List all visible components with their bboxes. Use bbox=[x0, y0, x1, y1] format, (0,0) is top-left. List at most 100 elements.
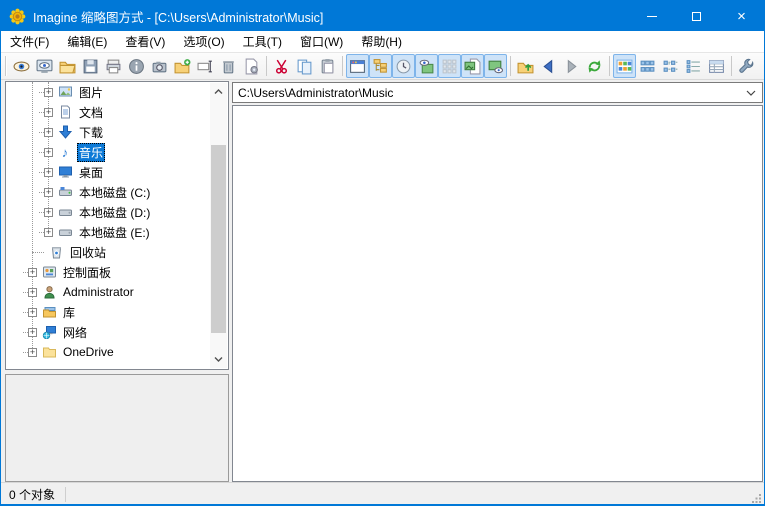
view-list-button[interactable] bbox=[682, 54, 705, 78]
tree-item-drive-c[interactable]: + 本地磁盘 (C:) bbox=[6, 182, 211, 202]
maximize-button[interactable] bbox=[674, 1, 719, 31]
expand-icon[interactable]: + bbox=[44, 88, 53, 97]
drive-c-icon bbox=[57, 185, 73, 200]
preview-button[interactable] bbox=[10, 54, 33, 78]
scroll-up-button[interactable] bbox=[210, 83, 227, 100]
expand-icon[interactable]: + bbox=[28, 328, 37, 337]
minimize-icon bbox=[647, 16, 657, 17]
tree-item-label: 下载 bbox=[77, 123, 105, 142]
title-bar[interactable]: Imagine 缩略图方式 - [C:\Users\Administrator\… bbox=[1, 1, 764, 31]
expand-icon[interactable]: + bbox=[44, 188, 53, 197]
settings-button[interactable] bbox=[735, 54, 758, 78]
fullscreen-view-button[interactable] bbox=[33, 54, 56, 78]
view-tiles-icon bbox=[662, 58, 679, 75]
close-button[interactable]: × bbox=[719, 1, 764, 31]
toggle-grid-button[interactable] bbox=[438, 54, 461, 78]
expand-icon[interactable]: + bbox=[44, 208, 53, 217]
expand-icon[interactable]: + bbox=[44, 228, 53, 237]
toggle-thumbnail-page-button[interactable] bbox=[461, 54, 484, 78]
eye-icon bbox=[13, 58, 30, 75]
cut-button[interactable] bbox=[270, 54, 293, 78]
menu-view[interactable]: 查看(V) bbox=[116, 30, 174, 53]
copy-button[interactable] bbox=[293, 54, 316, 78]
tree-scrollbar[interactable] bbox=[210, 83, 227, 368]
scroll-down-button[interactable] bbox=[210, 351, 227, 368]
resize-grip[interactable] bbox=[750, 492, 762, 504]
view-tiles-button[interactable] bbox=[659, 54, 682, 78]
open-button[interactable] bbox=[56, 54, 79, 78]
view-details-button[interactable] bbox=[705, 54, 728, 78]
capture-button[interactable] bbox=[148, 54, 171, 78]
menu-window[interactable]: 窗口(W) bbox=[291, 30, 352, 53]
view-icons-button[interactable] bbox=[636, 54, 659, 78]
pictures-icon bbox=[57, 85, 73, 100]
maximize-icon bbox=[692, 12, 701, 21]
address-combobox[interactable]: C:\Users\Administrator\Music bbox=[232, 82, 763, 103]
tree-item-administrator[interactable]: + Administrator bbox=[6, 282, 211, 302]
toolbar-separator bbox=[609, 56, 610, 76]
tree-item-onedrive[interactable]: + OneDrive bbox=[6, 342, 211, 362]
tree-item-pictures[interactable]: + 图片 bbox=[6, 82, 211, 102]
save-button[interactable] bbox=[79, 54, 102, 78]
documents-icon bbox=[57, 105, 73, 120]
toggle-toolbar-button[interactable] bbox=[346, 54, 369, 78]
address-dropdown-button[interactable] bbox=[740, 90, 762, 96]
toolbar-gripper[interactable] bbox=[5, 56, 7, 76]
music-icon: ♪ bbox=[57, 145, 73, 160]
folder-tree-icon bbox=[372, 58, 389, 75]
print-button[interactable] bbox=[102, 54, 125, 78]
address-value[interactable]: C:\Users\Administrator\Music bbox=[233, 86, 740, 100]
menu-tools[interactable]: 工具(T) bbox=[234, 30, 291, 53]
expand-icon[interactable]: + bbox=[28, 308, 37, 317]
tree-item-label: 网络 bbox=[61, 323, 89, 342]
tree-item-drive-e[interactable]: + 本地磁盘 (E:) bbox=[6, 222, 211, 242]
expand-icon[interactable]: + bbox=[44, 148, 53, 157]
tree-item-documents[interactable]: + 文档 bbox=[6, 102, 211, 122]
tree-item-music[interactable]: + ♪ 音乐 bbox=[6, 142, 211, 162]
forward-button[interactable] bbox=[560, 54, 583, 78]
thumbnail-view-area[interactable] bbox=[232, 105, 763, 482]
up-level-button[interactable] bbox=[514, 54, 537, 78]
tree-item-control-panel[interactable]: + 控制面板 bbox=[6, 262, 211, 282]
delete-button[interactable] bbox=[217, 54, 240, 78]
expand-icon[interactable]: + bbox=[28, 268, 37, 277]
tree-item-libraries[interactable]: + 库 bbox=[6, 302, 211, 322]
info-button[interactable] bbox=[125, 54, 148, 78]
paste-icon bbox=[319, 58, 336, 75]
rename-icon bbox=[197, 58, 214, 75]
tree-item-label-selected: 音乐 bbox=[77, 143, 105, 162]
minimize-button[interactable] bbox=[629, 1, 674, 31]
refresh-button[interactable] bbox=[583, 54, 606, 78]
expand-icon[interactable]: + bbox=[44, 168, 53, 177]
toggle-folder-tree-button[interactable] bbox=[369, 54, 392, 78]
scroll-thumb[interactable] bbox=[211, 145, 226, 333]
menu-help[interactable]: 帮助(H) bbox=[352, 30, 411, 53]
tree-item-label: 桌面 bbox=[77, 163, 105, 182]
expand-icon[interactable]: + bbox=[44, 128, 53, 137]
window-panel-icon bbox=[349, 58, 366, 75]
expand-icon[interactable]: + bbox=[28, 288, 37, 297]
back-button[interactable] bbox=[537, 54, 560, 78]
expand-icon[interactable]: + bbox=[28, 348, 37, 357]
network-icon bbox=[41, 325, 57, 340]
toolbar-separator bbox=[510, 56, 511, 76]
tree-item-downloads[interactable]: + 下载 bbox=[6, 122, 211, 142]
expand-icon[interactable]: + bbox=[44, 108, 53, 117]
tree-item-recycle-bin[interactable]: 回收站 bbox=[6, 242, 211, 262]
menu-file[interactable]: 文件(F) bbox=[1, 30, 58, 53]
file-settings-button[interactable] bbox=[240, 54, 263, 78]
menu-edit[interactable]: 编辑(E) bbox=[58, 30, 116, 53]
view-details-icon bbox=[708, 58, 725, 75]
toggle-history-button[interactable] bbox=[392, 54, 415, 78]
tree-item-drive-d[interactable]: + 本地磁盘 (D:) bbox=[6, 202, 211, 222]
tree-item-network[interactable]: + 网络 bbox=[6, 322, 211, 342]
chevron-down-icon bbox=[746, 90, 756, 96]
paste-button[interactable] bbox=[316, 54, 339, 78]
view-thumbnails-button[interactable] bbox=[613, 54, 636, 78]
rename-button[interactable] bbox=[194, 54, 217, 78]
new-folder-button[interactable] bbox=[171, 54, 194, 78]
tree-item-desktop[interactable]: + 桌面 bbox=[6, 162, 211, 182]
menu-options[interactable]: 选项(O) bbox=[174, 30, 233, 53]
toggle-preview-pane-button[interactable] bbox=[415, 54, 438, 78]
toggle-image-preview-button[interactable] bbox=[484, 54, 507, 78]
